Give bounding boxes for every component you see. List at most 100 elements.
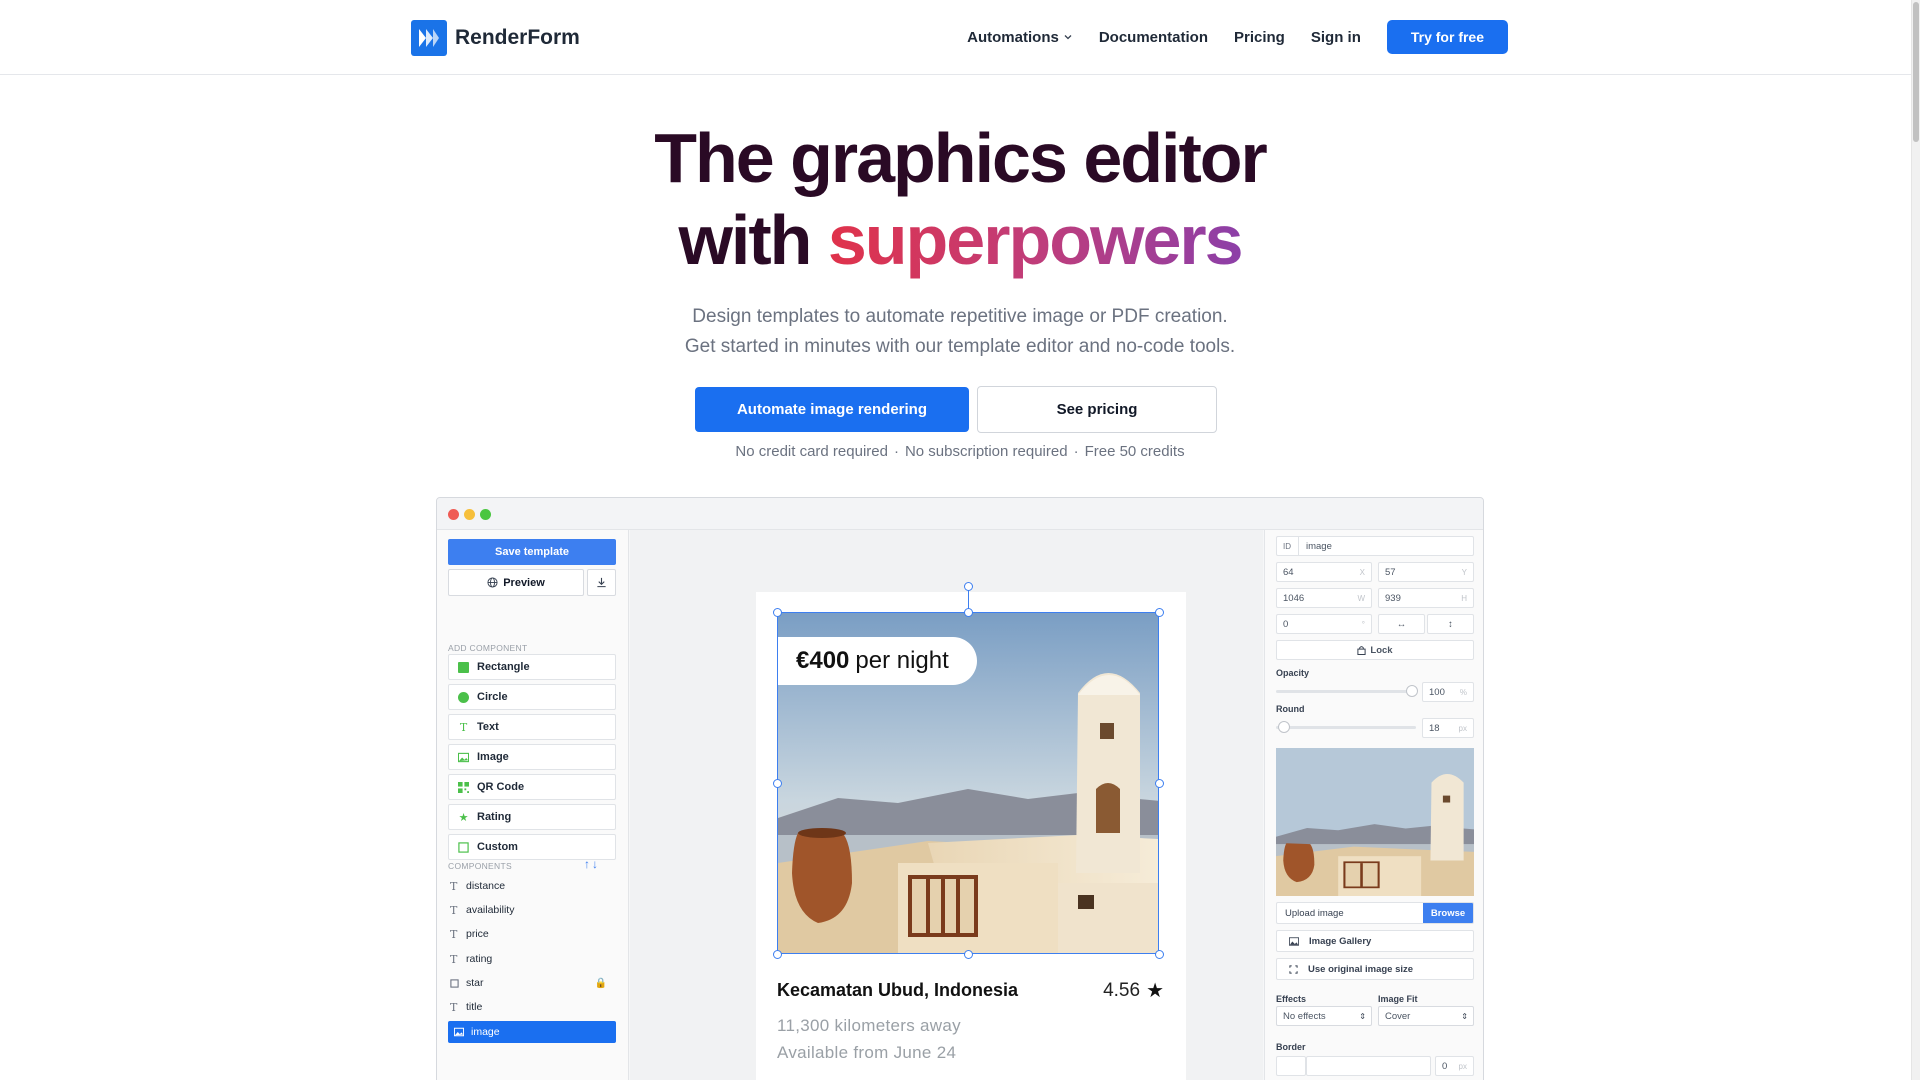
layer-availability[interactable]: Tavailability xyxy=(448,899,616,921)
nav-automations[interactable]: Automations xyxy=(967,29,1073,46)
opacity-slider[interactable] xyxy=(1276,685,1418,697)
round-field[interactable]: 18 px xyxy=(1422,718,1474,738)
effects-value: No effects xyxy=(1283,1010,1326,1022)
flip-vertical-button[interactable]: ↕ xyxy=(1427,614,1474,634)
use-original-size-button[interactable]: Use original image size xyxy=(1276,958,1474,980)
height-field[interactable]: 939 H xyxy=(1378,588,1474,608)
round-slider-knob[interactable] xyxy=(1278,721,1290,733)
lock-icon[interactable]: 🔒 xyxy=(595,978,607,989)
resize-handle-s[interactable] xyxy=(964,950,973,959)
layer-image-selected[interactable]: image xyxy=(448,1021,616,1043)
add-rating-button[interactable]: ★ Rating xyxy=(448,804,616,830)
resize-handle-ne[interactable] xyxy=(1155,608,1164,617)
y-label: Y xyxy=(1461,567,1467,577)
flip-horizontal-button[interactable]: ↔ xyxy=(1378,614,1425,634)
rotate-handle[interactable] xyxy=(964,582,973,591)
opacity-label: Opacity xyxy=(1276,668,1310,678)
lock-button[interactable]: Lock xyxy=(1276,640,1474,660)
components-label: COMPONENTS xyxy=(448,861,512,871)
custom-layer-icon xyxy=(450,978,459,988)
h-value: 939 xyxy=(1385,592,1401,604)
layer-price[interactable]: Tprice xyxy=(448,923,616,945)
id-field[interactable]: ID image xyxy=(1276,536,1474,556)
minimize-window-icon[interactable] xyxy=(464,509,475,520)
border-color-swatch[interactable] xyxy=(1276,1056,1306,1076)
layer-label: image xyxy=(471,1026,500,1038)
resize-handle-w[interactable] xyxy=(773,779,782,788)
width-field[interactable]: 1046 W xyxy=(1276,588,1372,608)
card-title[interactable]: Kecamatan Ubud, Indonesia xyxy=(777,980,1018,1001)
opacity-value: 100 xyxy=(1429,686,1445,698)
id-value: image xyxy=(1306,540,1332,552)
preview-button[interactable]: Preview xyxy=(448,569,584,596)
selected-image-component[interactable]: €400 per night xyxy=(777,612,1159,954)
upload-image-row[interactable]: Upload image Browse xyxy=(1276,902,1474,924)
border-label: Border xyxy=(1276,1042,1306,1052)
hero-title-line1: The graphics editor xyxy=(654,119,1268,197)
layer-star[interactable]: star 🔒 xyxy=(448,972,616,994)
browse-button[interactable]: Browse xyxy=(1423,903,1473,923)
x-label: X xyxy=(1359,567,1365,577)
rotation-field[interactable]: 0 ° xyxy=(1276,614,1372,634)
select-caret-icon: ⇕ xyxy=(1461,1011,1468,1021)
circle-icon xyxy=(458,691,469,703)
close-window-icon[interactable] xyxy=(448,509,459,520)
resize-handle-nw[interactable] xyxy=(773,608,782,617)
layer-label: distance xyxy=(466,880,506,892)
save-template-button[interactable]: Save template xyxy=(448,539,616,565)
card-availability[interactable]: Available from June 24 xyxy=(777,1043,956,1063)
add-rectangle-button[interactable]: Rectangle xyxy=(448,654,616,680)
round-slider[interactable] xyxy=(1276,721,1416,733)
automate-image-rendering-button[interactable]: Automate image rendering xyxy=(695,387,969,432)
window-titlebar xyxy=(437,498,1483,530)
add-text-button[interactable]: T Text xyxy=(448,714,616,740)
add-qr-code-button[interactable]: QR Code xyxy=(448,774,616,800)
hero-title-line2: with superpowers xyxy=(0,199,1920,281)
resize-handle-n[interactable] xyxy=(964,608,973,617)
nav-documentation[interactable]: Documentation xyxy=(1099,29,1208,46)
layer-label: availability xyxy=(466,904,515,916)
opacity-field[interactable]: 100% xyxy=(1422,682,1474,702)
layer-distance[interactable]: Tdistance xyxy=(448,875,616,897)
card-distance[interactable]: 11,300 kilometers away xyxy=(777,1016,961,1036)
border-width-field[interactable]: 0 px xyxy=(1435,1056,1474,1076)
price-amount: €400 xyxy=(796,647,850,674)
add-custom-label: Custom xyxy=(477,841,518,853)
sort-arrows-icon[interactable]: ↑↓ xyxy=(584,857,600,871)
layer-rating[interactable]: Trating xyxy=(448,948,616,970)
nav-pricing[interactable]: Pricing xyxy=(1234,29,1285,46)
try-for-free-button[interactable]: Try for free xyxy=(1386,20,1508,54)
x-value: 64 xyxy=(1283,566,1294,578)
nav-sign-in[interactable]: Sign in xyxy=(1311,29,1361,46)
resize-handle-se[interactable] xyxy=(1155,950,1164,959)
opacity-slider-knob[interactable] xyxy=(1406,685,1418,697)
effects-select[interactable]: No effects ⇕ xyxy=(1276,1006,1372,1026)
round-unit: px xyxy=(1458,723,1467,733)
maximize-window-icon[interactable] xyxy=(480,509,491,520)
border-color-field[interactable] xyxy=(1306,1056,1431,1076)
y-field[interactable]: 57 Y xyxy=(1378,562,1474,582)
layer-title[interactable]: Ttitle xyxy=(448,996,616,1018)
editor-canvas[interactable]: €400 per night Kecamatan Ubud, Indonesia … xyxy=(630,530,1263,1080)
flip-horizontal-icon: ↔ xyxy=(1396,618,1407,630)
see-pricing-button[interactable]: See pricing xyxy=(977,386,1217,433)
download-button[interactable] xyxy=(587,569,616,596)
card-rating[interactable]: 4.56 ★ xyxy=(1103,978,1164,1003)
top-navigation: RenderForm Automations Documentation Pri… xyxy=(0,0,1920,75)
add-circle-button[interactable]: Circle xyxy=(448,684,616,710)
x-field[interactable]: 64 X xyxy=(1276,562,1372,582)
note-no-subscription: No subscription required xyxy=(904,443,1068,460)
y-value: 57 xyxy=(1385,566,1396,578)
add-rating-label: Rating xyxy=(477,811,512,823)
add-image-button[interactable]: Image xyxy=(448,744,616,770)
layer-label: rating xyxy=(466,953,493,965)
round-label: Round xyxy=(1276,704,1305,714)
upload-image-label: Upload image xyxy=(1285,907,1344,919)
brand-logo[interactable]: RenderForm xyxy=(411,20,580,56)
image-fit-select[interactable]: Cover ⇕ xyxy=(1378,1006,1474,1026)
resize-handle-e[interactable] xyxy=(1155,779,1164,788)
image-gallery-button[interactable]: Image Gallery xyxy=(1276,930,1474,952)
hero-notes: No credit card required · No subscription … xyxy=(735,443,1185,460)
resize-handle-sw[interactable] xyxy=(773,950,782,959)
w-label: W xyxy=(1357,593,1365,603)
